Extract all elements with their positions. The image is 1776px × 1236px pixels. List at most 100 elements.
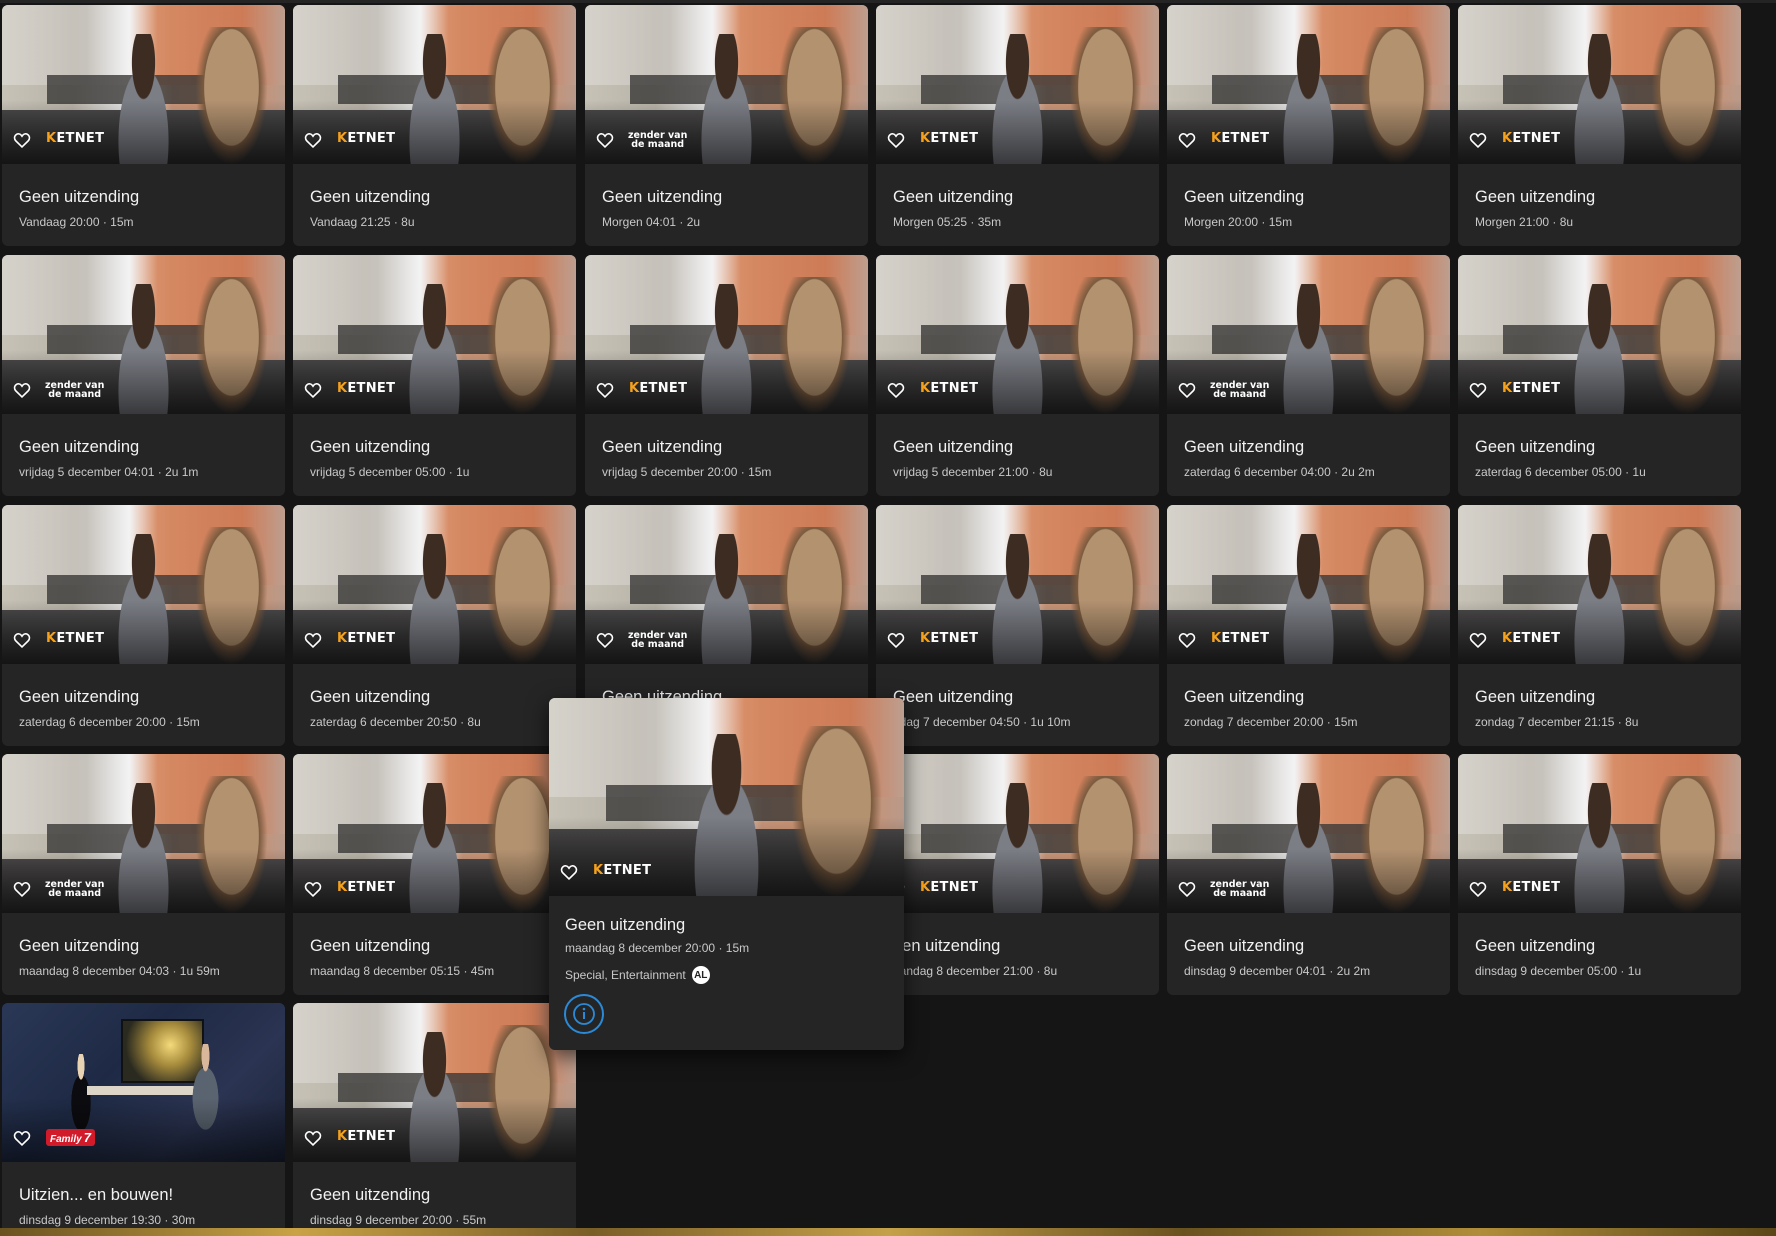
- favorite-heart-icon[interactable]: [303, 380, 323, 400]
- program-time: vrijdag 5 december 21:00 · 8u: [893, 465, 1053, 479]
- program-time: vrijdag 5 december 05:00 · 1u: [310, 465, 470, 479]
- info-button[interactable]: [564, 994, 604, 1034]
- program-thumbnail: KETNET: [876, 505, 1159, 664]
- program-card[interactable]: KETNET Geen uitzending maandag 8 december …: [293, 754, 576, 995]
- program-thumbnail: KETNET: [876, 255, 1159, 414]
- program-thumbnail: KETNET: [2, 505, 285, 664]
- program-thumbnail: KETNET: [876, 754, 1159, 913]
- favorite-heart-icon[interactable]: [303, 130, 323, 150]
- program-title: Geen uitzending: [310, 937, 431, 955]
- favorite-heart-icon[interactable]: [595, 630, 615, 650]
- zender-van-de-maand-logo: zender van de maand: [45, 380, 105, 400]
- program-grid: KETNET Geen uitzending Vandaag 20:00 · 15m…: [0, 0, 1776, 1236]
- program-hover-card[interactable]: KETNET Geen uitzending maandag 8 decembe…: [549, 698, 904, 1050]
- program-card[interactable]: KETNET Geen uitzending Vandaag 21:25 · 8u: [293, 5, 576, 246]
- program-card[interactable]: zender van de maand Geen uitzending zaterda…: [1167, 255, 1450, 496]
- program-thumbnail: zender van de maand: [1167, 754, 1450, 913]
- program-thumbnail: KETNET: [2, 5, 285, 164]
- program-card[interactable]: KETNET Geen uitzending zondag 7 december 2…: [1458, 505, 1741, 746]
- program-title: Geen uitzending: [310, 438, 431, 456]
- program-title: Geen uitzending: [565, 916, 686, 934]
- program-title: Uitzien... en bouwen!: [19, 1186, 174, 1204]
- program-time: zaterdag 6 december 20:00 · 15m: [19, 715, 200, 729]
- program-card[interactable]: KETNET Geen uitzending dinsdag 9 december …: [293, 1003, 576, 1235]
- program-card[interactable]: KETNET Geen uitzending Morgen 21:00 · 8u: [1458, 5, 1741, 246]
- program-time: dinsdag 9 december 20:00 · 55m: [310, 1213, 487, 1227]
- favorite-heart-icon[interactable]: [303, 879, 323, 899]
- favorite-heart-icon[interactable]: [1177, 630, 1197, 650]
- favorite-heart-icon[interactable]: [1468, 130, 1488, 150]
- program-card[interactable]: KETNET Geen uitzending zaterdag 6 december…: [293, 505, 576, 746]
- ketnet-logo: KETNET: [920, 131, 979, 146]
- favorite-heart-icon[interactable]: [12, 630, 32, 650]
- favorite-heart-icon[interactable]: [303, 630, 323, 650]
- program-title: Geen uitzending: [310, 188, 431, 206]
- favorite-heart-icon[interactable]: [1468, 630, 1488, 650]
- program-card[interactable]: KETNET Geen uitzending Morgen 20:00 · 15m: [1167, 5, 1450, 246]
- program-card[interactable]: zender van de maand Geen uitzending maandag…: [2, 754, 285, 995]
- program-card[interactable]: zender van de maand Geen uitzending Morgen …: [585, 5, 868, 246]
- program-card[interactable]: KETNET Geen uitzending dinsdag 9 december …: [1458, 754, 1741, 995]
- program-thumbnail: zender van de maand: [2, 754, 285, 913]
- program-card[interactable]: KETNET Geen uitzending Vandaag 20:00 · 15m: [2, 5, 285, 246]
- program-title: Geen uitzending: [1184, 188, 1305, 206]
- favorite-heart-icon[interactable]: [12, 380, 32, 400]
- program-title: Geen uitzending: [19, 688, 140, 706]
- program-card[interactable]: KETNET Geen uitzending zaterdag 6 december…: [2, 505, 285, 746]
- program-time: zaterdag 6 december 20:50 · 8u: [310, 715, 481, 729]
- ketnet-logo: KETNET: [337, 631, 396, 646]
- program-title: Geen uitzending: [19, 438, 140, 456]
- favorite-heart-icon[interactable]: [886, 380, 906, 400]
- favorite-heart-icon[interactable]: [1177, 130, 1197, 150]
- favorite-heart-icon[interactable]: [886, 130, 906, 150]
- favorite-heart-icon[interactable]: [1177, 879, 1197, 899]
- favorite-heart-icon[interactable]: [1177, 380, 1197, 400]
- zender-van-de-maand-logo: zender van de maand: [1210, 879, 1270, 899]
- age-rating-badge: AL: [691, 966, 710, 984]
- program-title: Geen uitzending: [602, 188, 723, 206]
- favorite-heart-icon[interactable]: [12, 879, 32, 899]
- program-time: maandag 8 december 04:03 · 1u 59m: [19, 964, 220, 978]
- program-time: maandag 8 december 05:15 · 45m: [310, 964, 495, 978]
- zender-van-de-maand-logo: zender van de maand: [628, 130, 688, 150]
- favorite-heart-icon[interactable]: [12, 130, 32, 150]
- favorite-heart-icon[interactable]: [886, 630, 906, 650]
- program-card[interactable]: KETNET Geen uitzending vrijdag 5 december …: [585, 255, 868, 496]
- program-title: Geen uitzending: [602, 438, 723, 456]
- program-title: Geen uitzending: [19, 937, 140, 955]
- program-title: Geen uitzending: [1475, 188, 1596, 206]
- background-strip: [0, 1228, 1776, 1236]
- favorite-heart-icon[interactable]: [1468, 879, 1488, 899]
- program-card[interactable]: zender van de maand Geen uitzending dinsdag…: [1167, 754, 1450, 995]
- ketnet-logo: KETNET: [920, 631, 979, 646]
- program-card[interactable]: KETNET Geen uitzending ndag 7 december 04:…: [876, 505, 1159, 746]
- program-time: zaterdag 6 december 04:00 · 2u 2m: [1184, 465, 1375, 479]
- program-time: zondag 7 december 21:15 · 8u: [1475, 715, 1639, 729]
- program-title: Geen uitzending: [1184, 937, 1305, 955]
- program-time: Morgen 05:25 · 35m: [893, 215, 1002, 229]
- program-title: een uitzending: [893, 937, 1001, 955]
- program-card[interactable]: KETNET Geen uitzending zondag 7 december 2…: [1167, 505, 1450, 746]
- program-thumbnail: KETNET: [1167, 5, 1450, 164]
- favorite-heart-icon[interactable]: [595, 130, 615, 150]
- favorite-heart-icon[interactable]: [559, 862, 579, 882]
- program-thumbnail: KETNET: [293, 754, 576, 913]
- program-card[interactable]: Family 7 Uitzien... en bouwen! dinsdag 9 de…: [2, 1003, 285, 1235]
- program-title: Geen uitzending: [893, 688, 1014, 706]
- program-time: dinsdag 9 december 04:01 · 2u 2m: [1184, 964, 1371, 978]
- zender-van-de-maand-logo: zender van de maand: [628, 630, 688, 650]
- program-time: ndag 7 december 04:50 · 1u 10m: [893, 715, 1071, 729]
- program-card[interactable]: KETNET Geen uitzending zaterdag 6 december…: [1458, 255, 1741, 496]
- program-card[interactable]: zender van de maand Geen uitzending vrijdag…: [2, 255, 285, 496]
- program-card[interactable]: KETNET Geen uitzending Morgen 05:25 · 35m: [876, 5, 1159, 246]
- program-card[interactable]: KETNET Geen uitzending vrijdag 5 december …: [876, 255, 1159, 496]
- favorite-heart-icon[interactable]: [303, 1128, 323, 1148]
- favorite-heart-icon[interactable]: [1468, 380, 1488, 400]
- ketnet-logo: KETNET: [337, 880, 396, 895]
- zender-van-de-maand-logo: zender van de maand: [1210, 380, 1270, 400]
- favorite-heart-icon[interactable]: [12, 1128, 32, 1148]
- program-card[interactable]: KETNET een uitzending aandag 8 december 21…: [876, 754, 1159, 995]
- program-card[interactable]: KETNET Geen uitzending vrijdag 5 december …: [293, 255, 576, 496]
- ketnet-logo: KETNET: [629, 381, 688, 396]
- favorite-heart-icon[interactable]: [595, 380, 615, 400]
